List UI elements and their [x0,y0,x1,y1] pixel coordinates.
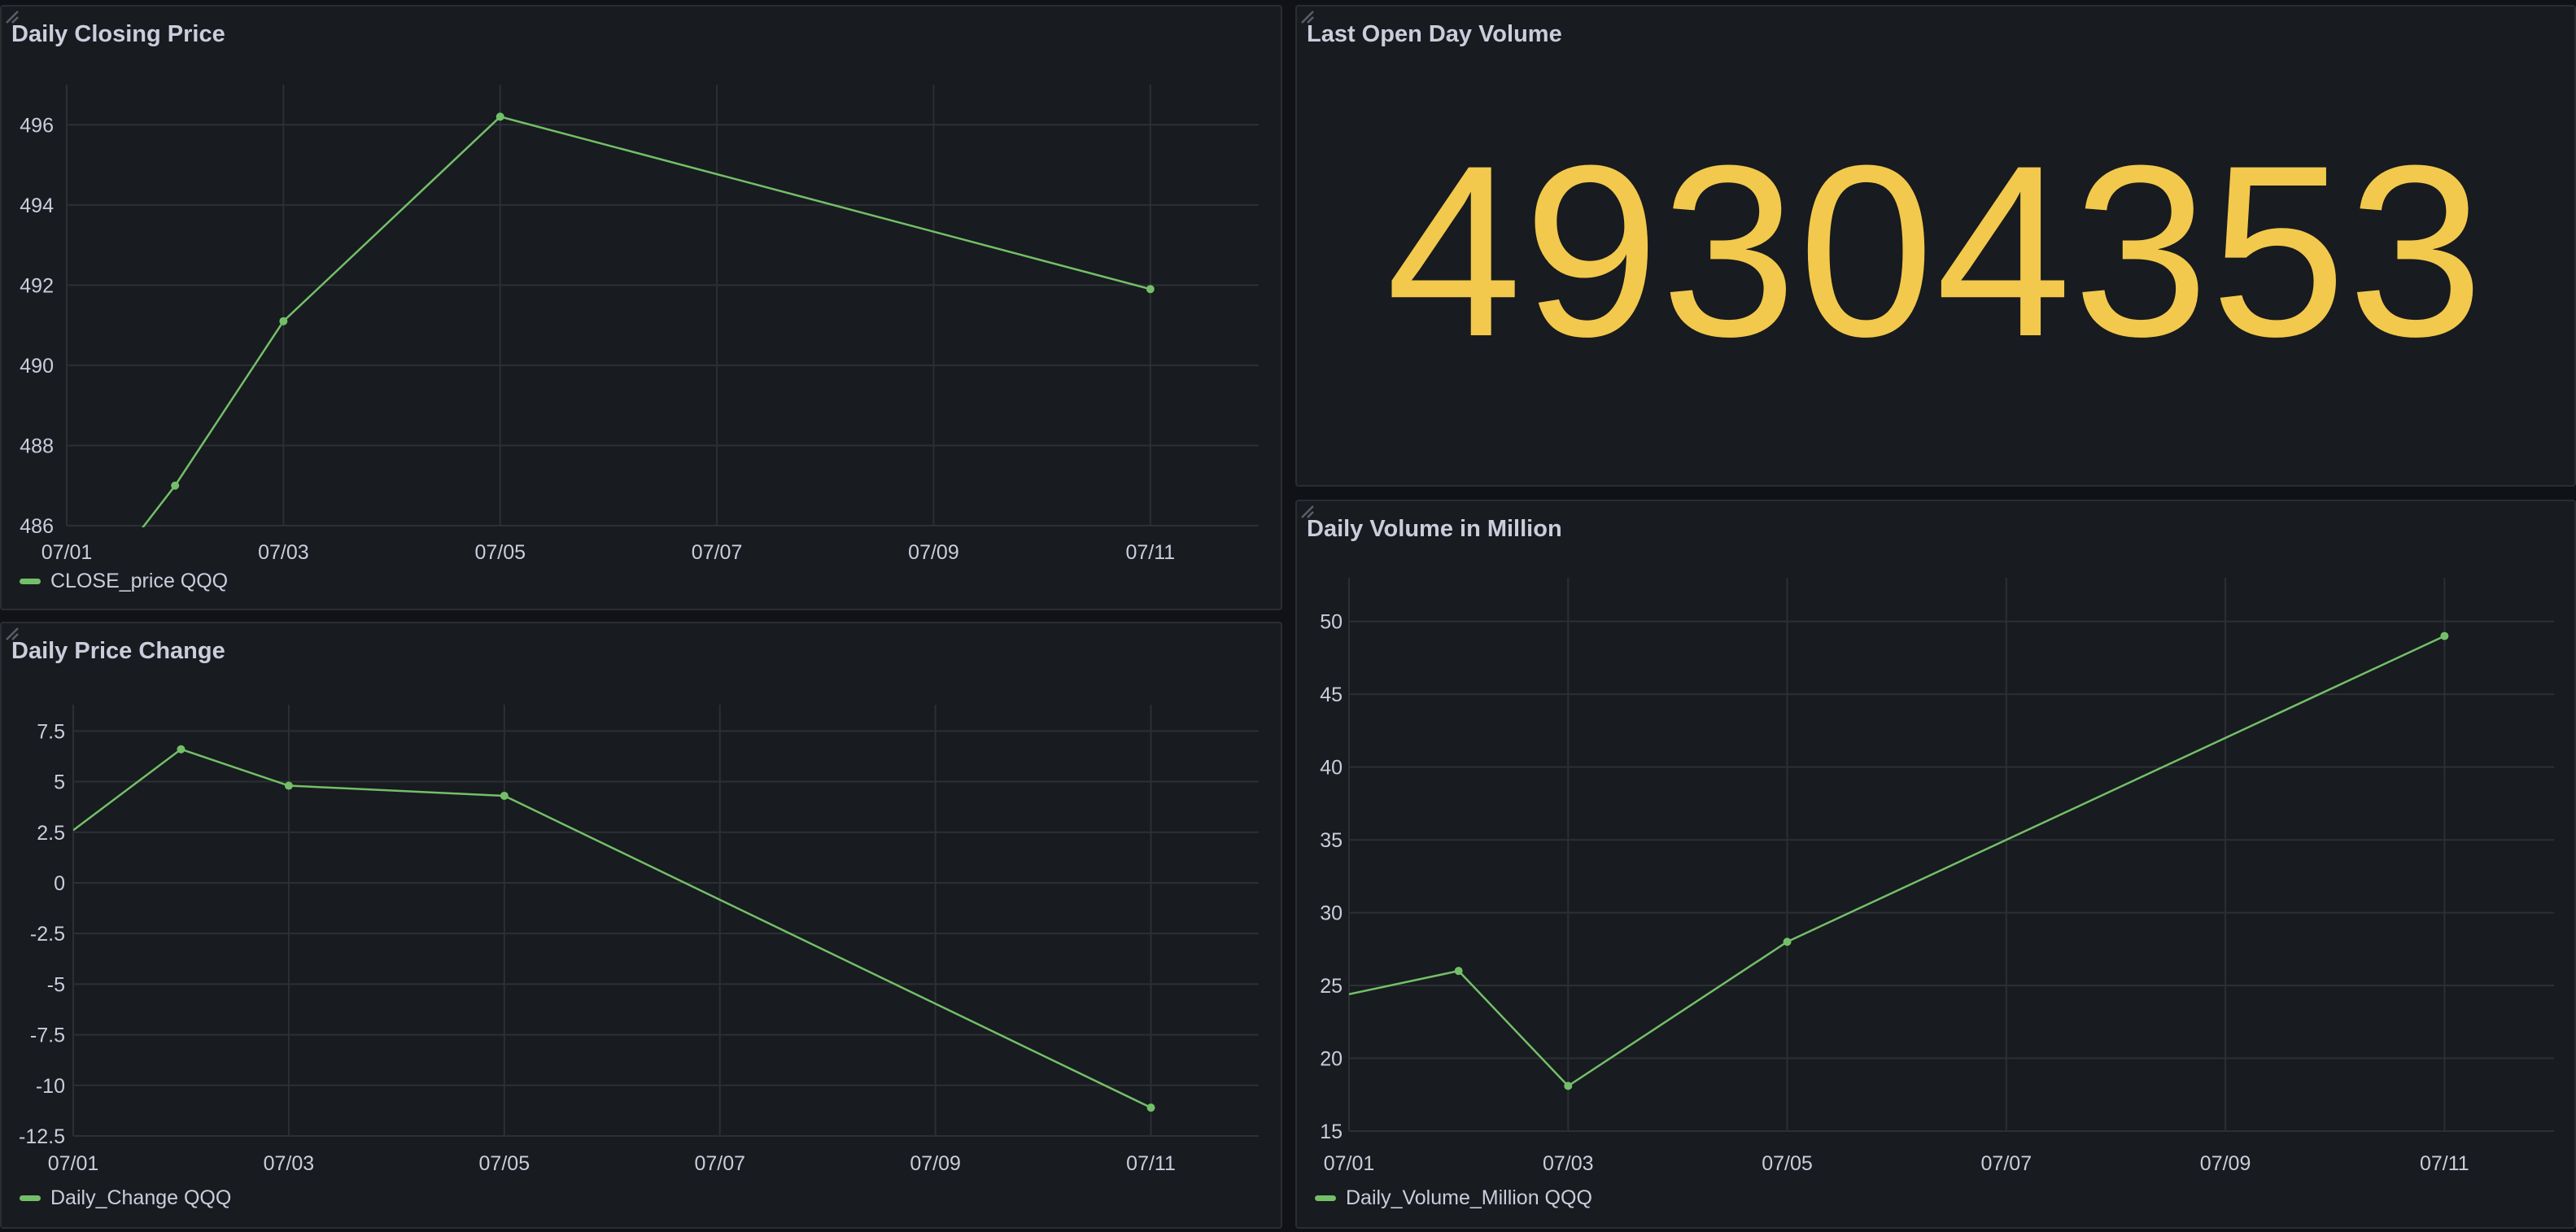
panel-daily-price-change[interactable]: Daily Price Change 7.5 5 2.5 0 -2.5 -5 -7.5 -10… [0,622,1282,1229]
legend-swatch [20,579,41,584]
data-point [1564,1081,1573,1090]
data-point [500,791,509,800]
y-tick-label: 492 [20,274,54,297]
panel-title[interactable]: Last Open Day Volume [1307,21,1562,48]
legend[interactable]: Daily_Change QQQ [20,1186,231,1210]
resize-handle-icon[interactable] [2,7,20,24]
x-tick-label: 07/05 [474,541,526,564]
panel-daily-volume-million[interactable]: Daily Volume in Million 15 20 25 30 35 40 45 50… [1295,500,2576,1229]
y-tick-label: 490 [20,355,54,378]
x-tick-label: 07/07 [692,541,743,564]
data-point [2440,631,2449,640]
y-tick-label: 35 [1320,829,1343,852]
x-tick-label: 07/01 [48,1152,99,1175]
y-tick-label: -7.5 [30,1024,65,1047]
data-point [279,317,288,325]
data-point [1146,285,1155,294]
x-tick-label: 07/11 [2420,1152,2469,1175]
x-tick-label: 07/05 [479,1152,530,1175]
panel-daily-closing-price[interactable]: Daily Closing Price 486 488 490 492 494 496 07… [0,5,1282,610]
x-tick-label: 07/05 [1762,1152,1813,1175]
legend-label[interactable]: CLOSE_price QQQ [50,570,228,593]
y-tick-label: 30 [1320,902,1343,925]
y-tick-label: 2.5 [37,822,65,845]
y-tick-label: 20 [1320,1048,1343,1071]
x-tick-label: 07/07 [694,1152,745,1175]
legend[interactable]: CLOSE_price QQQ [20,570,228,593]
resize-handle-icon[interactable] [1297,501,1315,519]
data-point [496,112,504,121]
legend-label[interactable]: Daily_Change QQQ [50,1186,231,1210]
x-tick-label: 07/01 [41,541,93,564]
panel-last-open-day-volume[interactable]: Last Open Day Volume 49304353 [1295,5,2576,487]
legend-label[interactable]: Daily_Volume_Million QQQ [1346,1186,1592,1210]
y-tick-label: 15 [1320,1121,1343,1143]
chart-daily-change: 7.5 5 2.5 0 -2.5 -5 -7.5 -10 -12.5 07/01 07/03 07/0… [19,705,1259,1175]
data-point [284,781,293,790]
series-line [73,748,1152,1109]
data-point [171,481,180,490]
y-tick-label: -2.5 [30,923,65,946]
y-tick-label: -10 [36,1075,65,1098]
y-tick-label: -5 [47,973,65,996]
x-tick-label: 07/11 [1126,1152,1176,1175]
y-tick-label: 40 [1320,757,1343,780]
x-tick-label: 07/09 [910,1152,961,1175]
y-tick-label: 486 [20,515,54,538]
stat-value: 49304353 [1386,114,2486,387]
y-tick-label: 496 [20,114,54,137]
series-line [142,116,1151,527]
x-tick-label: 07/03 [258,541,309,564]
y-tick-label: 494 [20,194,54,217]
data-point [1454,967,1463,976]
series-line [1349,635,2445,1088]
y-tick-label: 7.5 [37,720,65,743]
data-point [177,745,186,754]
x-tick-label: 07/09 [2200,1152,2251,1175]
y-tick-label: 50 [1320,611,1343,634]
y-tick-label: 0 [54,872,65,895]
resize-handle-icon[interactable] [2,623,20,641]
y-tick-label: 45 [1320,684,1343,706]
x-tick-label: 07/03 [264,1152,315,1175]
y-tick-label: 488 [20,435,54,457]
chart-daily-volume-million: 15 20 25 30 35 40 45 50 07/01 07/03 07/05 07/07 07/0… [1320,578,2554,1175]
y-tick-label: -12.5 [19,1125,65,1148]
chart-closing-price: 486 488 490 492 494 496 07/01 07/03 07/05 07/07 07… [20,85,1259,564]
legend[interactable]: Daily_Volume_Million QQQ [1315,1186,1592,1210]
x-tick-label: 07/11 [1125,541,1175,564]
x-tick-label: 07/09 [908,541,959,564]
resize-handle-icon[interactable] [1297,7,1315,24]
legend-swatch [1315,1195,1336,1201]
x-tick-label: 07/07 [1981,1152,2032,1175]
x-tick-label: 07/01 [1324,1152,1375,1175]
data-point [1783,937,1792,946]
legend-swatch [20,1195,41,1201]
data-point [1146,1103,1155,1112]
y-tick-label: 25 [1320,975,1343,998]
y-tick-label: 5 [54,771,65,794]
x-tick-label: 07/03 [1543,1152,1594,1175]
